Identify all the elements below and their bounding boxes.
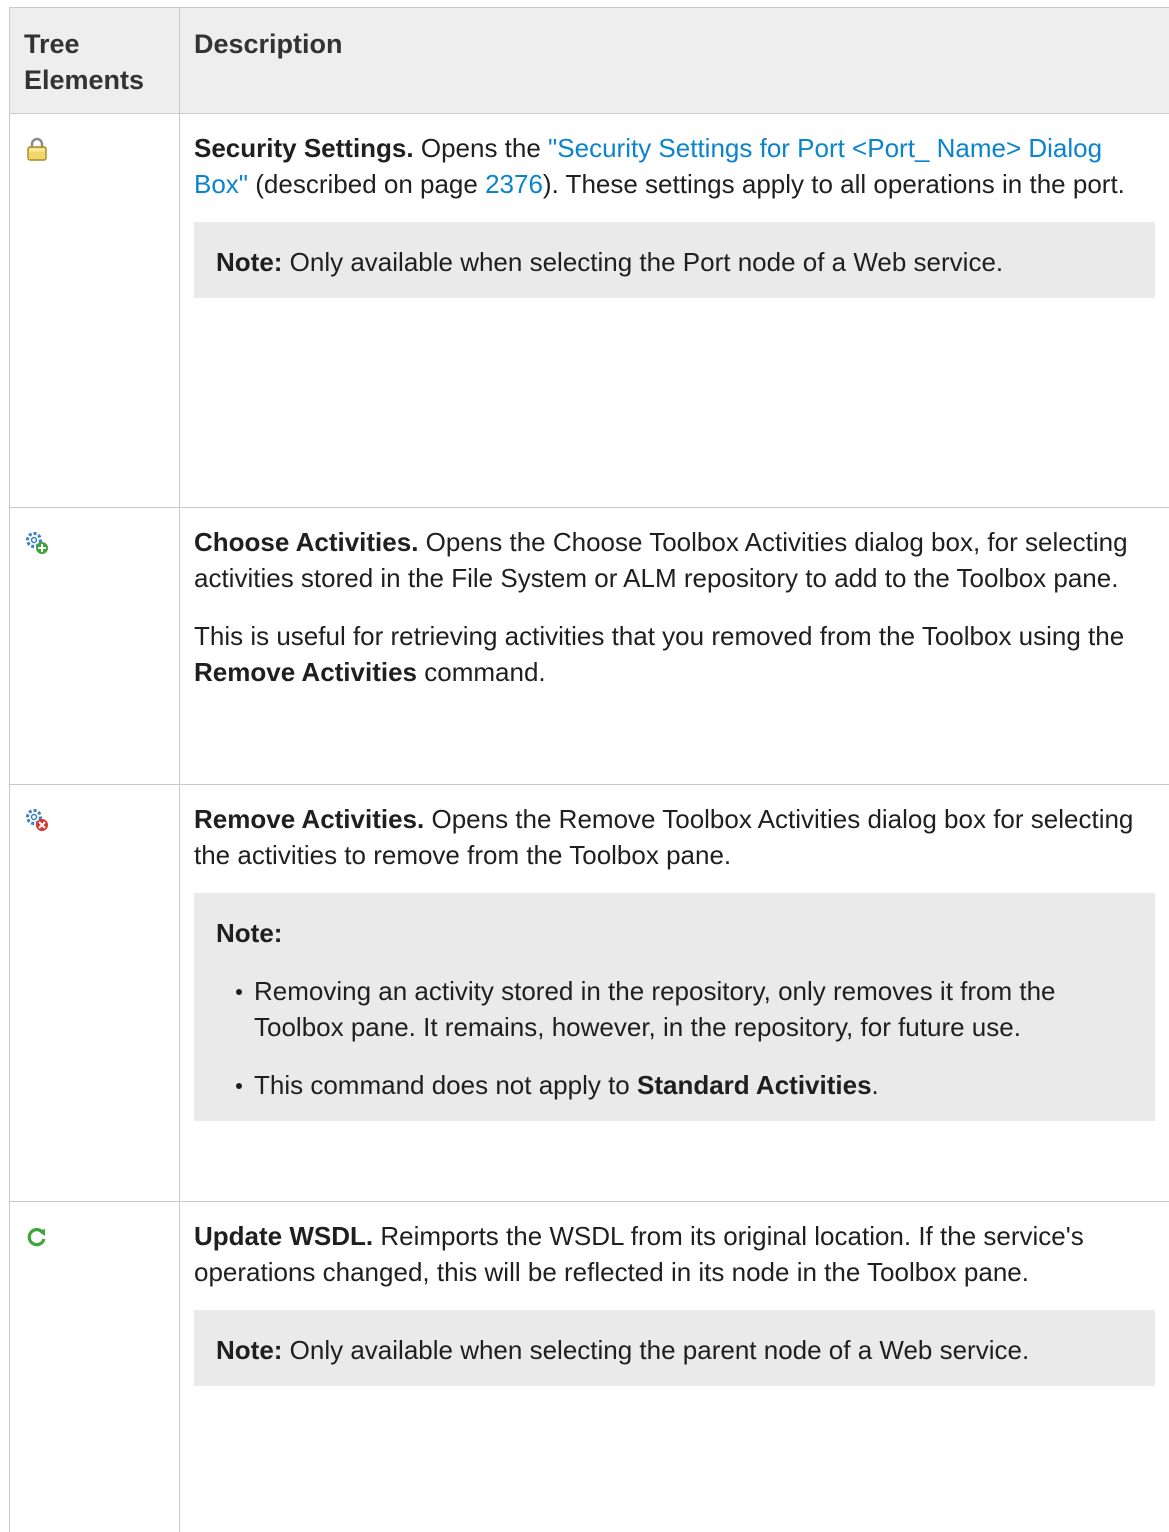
emphasis-text: Standard Activities — [637, 1070, 872, 1100]
row-description: Security Settings. Opens the "Security S… — [194, 130, 1155, 202]
note-list: Removing an activity stored in the repos… — [216, 973, 1135, 1103]
note-box: Note: Only available when selecting the … — [194, 1310, 1155, 1386]
note-box: Note: Removing an activity stored in the… — [194, 893, 1155, 1121]
gear-add-icon — [24, 530, 50, 556]
refresh-icon — [24, 1224, 50, 1250]
note-text: Only available when selecting the parent… — [282, 1335, 1029, 1365]
note-text: Only available when selecting the Port n… — [282, 247, 1003, 277]
note-box: Note: Only available when selecting the … — [194, 222, 1155, 298]
row-title: Update WSDL. — [194, 1221, 373, 1251]
table-row: Choose Activities. Opens the Choose Tool… — [10, 508, 1169, 785]
row-description: Remove Activities. Opens the Remove Tool… — [194, 801, 1155, 873]
row-title: Remove Activities. — [194, 804, 424, 834]
command-name: Remove Activities — [194, 657, 417, 687]
desc-text: . — [872, 1070, 879, 1100]
table-row: Update WSDL. Reimports the WSDL from its… — [10, 1202, 1169, 1532]
row-title: Security Settings. — [194, 133, 414, 163]
gear-remove-icon — [24, 807, 50, 833]
list-item: This command does not apply to Standard … — [236, 1067, 1135, 1103]
list-item: Removing an activity stored in the repos… — [236, 973, 1135, 1045]
description-cell: Update WSDL. Reimports the WSDL from its… — [180, 1202, 1169, 1532]
icon-cell — [10, 1202, 180, 1532]
header-tree-elements: Tree Elements — [10, 8, 180, 114]
table-header-row: Tree Elements Description — [10, 8, 1169, 114]
icon-cell — [10, 508, 180, 785]
note-label: Note: — [216, 915, 1135, 951]
description-cell: Remove Activities. Opens the Remove Tool… — [180, 785, 1169, 1202]
row-description: Update WSDL. Reimports the WSDL from its… — [194, 1218, 1155, 1290]
icon-cell — [10, 114, 180, 508]
header-description: Description — [180, 8, 1169, 114]
icon-cell — [10, 785, 180, 1202]
page-link[interactable]: 2376 — [485, 169, 543, 199]
note-label: Note: — [216, 247, 282, 277]
desc-text: This command does not apply to — [254, 1070, 637, 1100]
row-description-2: This is useful for retrieving activities… — [194, 618, 1155, 690]
desc-text: This is useful for retrieving activities… — [194, 621, 1124, 651]
lock-icon — [24, 136, 50, 162]
row-description: Choose Activities. Opens the Choose Tool… — [194, 524, 1155, 596]
tree-elements-table: Tree Elements Description Security Setti… — [9, 7, 1169, 1532]
note-label: Note: — [216, 1335, 282, 1365]
desc-text: command. — [417, 657, 546, 687]
description-cell: Security Settings. Opens the "Security S… — [180, 114, 1169, 508]
desc-text: (described on page — [248, 169, 485, 199]
table-row: Security Settings. Opens the "Security S… — [10, 114, 1169, 508]
desc-text: Opens the — [414, 133, 548, 163]
description-cell: Choose Activities. Opens the Choose Tool… — [180, 508, 1169, 785]
table-row: Remove Activities. Opens the Remove Tool… — [10, 785, 1169, 1202]
row-title: Choose Activities. — [194, 527, 418, 557]
desc-text: ). These settings apply to all operation… — [543, 169, 1125, 199]
